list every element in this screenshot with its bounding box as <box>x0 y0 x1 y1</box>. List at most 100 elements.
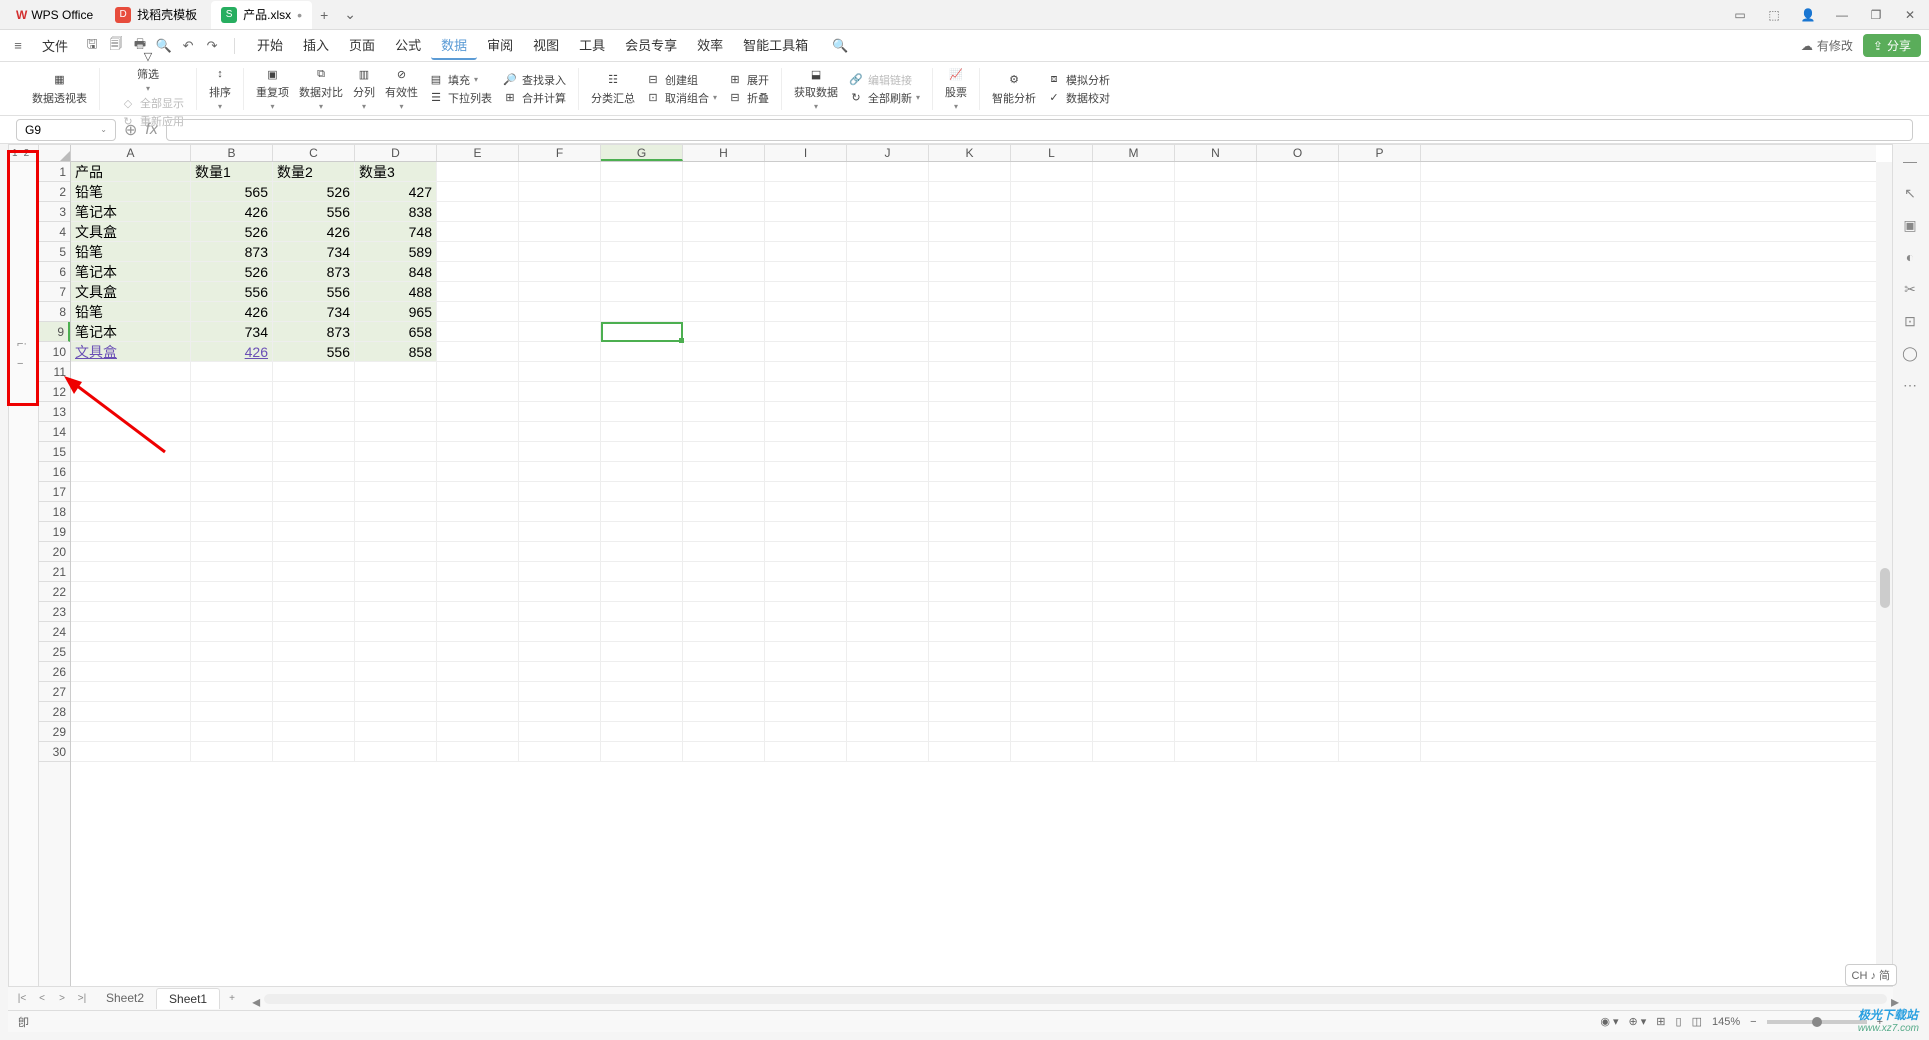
row-header[interactable]: 5 <box>39 242 70 262</box>
cell[interactable] <box>519 402 601 421</box>
cell[interactable] <box>1257 502 1339 521</box>
cell[interactable] <box>519 542 601 561</box>
collapse-sidebar-icon[interactable]: — <box>1901 152 1919 170</box>
cell[interactable] <box>355 482 437 501</box>
cell[interactable] <box>1011 382 1093 401</box>
cell[interactable] <box>355 542 437 561</box>
cell[interactable]: 873 <box>191 242 273 261</box>
cell[interactable] <box>355 702 437 721</box>
cell[interactable] <box>191 722 273 741</box>
cell[interactable] <box>1339 742 1421 761</box>
cell[interactable] <box>1093 702 1175 721</box>
cell[interactable]: 数量1 <box>191 162 273 181</box>
cell[interactable]: 748 <box>355 222 437 241</box>
dropdown-list-button[interactable]: ☰下拉列表 <box>428 90 492 106</box>
cell[interactable] <box>847 642 929 661</box>
row-header[interactable]: 20 <box>39 542 70 562</box>
cell[interactable] <box>683 422 765 441</box>
cell[interactable] <box>1257 382 1339 401</box>
cell[interactable]: 565 <box>191 182 273 201</box>
cell[interactable] <box>1175 282 1257 301</box>
style-icon[interactable]: ◐ <box>1901 248 1919 266</box>
cell[interactable] <box>683 342 765 361</box>
cell[interactable] <box>683 722 765 741</box>
sim-analysis-button[interactable]: ⧈模拟分析 <box>1046 72 1110 88</box>
cell[interactable] <box>929 522 1011 541</box>
cell[interactable] <box>71 682 191 701</box>
cell[interactable] <box>847 262 929 281</box>
cell-reference-box[interactable]: G9 ⌄ <box>16 119 116 141</box>
menu-公式[interactable]: 公式 <box>385 31 431 60</box>
cell[interactable] <box>765 642 847 661</box>
cell[interactable] <box>683 182 765 201</box>
column-header[interactable]: I <box>765 145 847 161</box>
cell[interactable] <box>847 402 929 421</box>
cell[interactable] <box>1339 322 1421 341</box>
cell[interactable] <box>1257 542 1339 561</box>
cell[interactable] <box>519 302 601 321</box>
cell[interactable] <box>1339 422 1421 441</box>
cell[interactable] <box>1175 402 1257 421</box>
cell[interactable] <box>191 742 273 761</box>
cell[interactable] <box>765 182 847 201</box>
cell[interactable]: 文具盒 <box>71 342 191 361</box>
new-tab-button[interactable]: + <box>312 7 336 23</box>
cell[interactable] <box>1093 302 1175 321</box>
cell[interactable] <box>601 742 683 761</box>
cell[interactable] <box>1339 642 1421 661</box>
cell[interactable]: 873 <box>273 262 355 281</box>
zoom-out-button[interactable]: − <box>1750 1016 1756 1028</box>
pivot-table-button[interactable]: ▦ 数据透视表 <box>32 72 87 106</box>
first-sheet-button[interactable]: |< <box>14 993 30 1004</box>
layout-icon[interactable]: ▭ <box>1729 4 1751 26</box>
cell[interactable] <box>355 562 437 581</box>
cell[interactable] <box>519 722 601 741</box>
cell[interactable] <box>929 622 1011 641</box>
column-header[interactable]: C <box>273 145 355 161</box>
group-button[interactable]: ⊟创建组 <box>645 72 717 88</box>
cell[interactable] <box>273 602 355 621</box>
cell[interactable] <box>1257 522 1339 541</box>
cell[interactable] <box>601 642 683 661</box>
cell[interactable] <box>929 562 1011 581</box>
cell[interactable] <box>437 442 519 461</box>
cell[interactable] <box>1011 222 1093 241</box>
cell[interactable] <box>683 222 765 241</box>
cell[interactable] <box>601 482 683 501</box>
cell[interactable] <box>1011 302 1093 321</box>
cell[interactable] <box>929 302 1011 321</box>
cell[interactable] <box>765 362 847 381</box>
cell[interactable] <box>1257 322 1339 341</box>
cell[interactable] <box>355 442 437 461</box>
cell[interactable] <box>1011 742 1093 761</box>
cell[interactable] <box>1011 282 1093 301</box>
cell[interactable]: 426 <box>273 222 355 241</box>
cell[interactable] <box>1175 382 1257 401</box>
cell[interactable] <box>929 462 1011 481</box>
duplicates-button[interactable]: ▣重复项▾ <box>256 66 289 111</box>
cell[interactable] <box>519 162 601 181</box>
cell[interactable] <box>191 702 273 721</box>
menu-效率[interactable]: 效率 <box>687 31 733 60</box>
cell[interactable] <box>1011 662 1093 681</box>
cell[interactable] <box>355 522 437 541</box>
cell[interactable] <box>355 402 437 421</box>
cell[interactable] <box>929 162 1011 181</box>
cell[interactable] <box>1011 322 1093 341</box>
cell[interactable] <box>601 242 683 261</box>
cell[interactable] <box>191 362 273 381</box>
cell[interactable] <box>847 282 929 301</box>
cell[interactable] <box>765 442 847 461</box>
merge-calc-button[interactable]: ⊞合并计算 <box>502 90 566 106</box>
more-icon[interactable]: ⋯ <box>1901 376 1919 394</box>
cell[interactable] <box>273 702 355 721</box>
cell[interactable] <box>1339 202 1421 221</box>
cell[interactable] <box>1257 622 1339 641</box>
data-compare-button[interactable]: ⧉数据对比▾ <box>299 66 343 111</box>
row-header[interactable]: 16 <box>39 462 70 482</box>
cell[interactable] <box>71 562 191 581</box>
column-header[interactable]: D <box>355 145 437 161</box>
cell[interactable] <box>191 622 273 641</box>
cell[interactable] <box>519 742 601 761</box>
cell[interactable] <box>519 182 601 201</box>
